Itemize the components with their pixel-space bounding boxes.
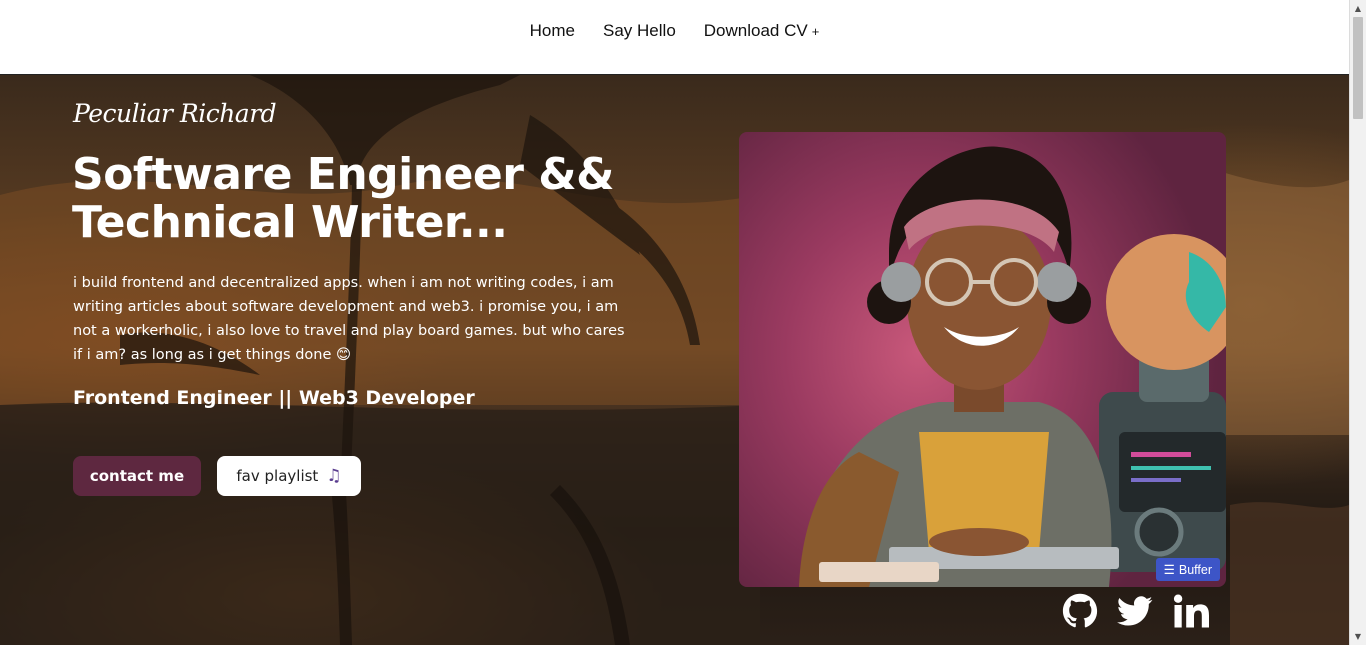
- woman-with-headphones-illustration: [799, 146, 1226, 587]
- fav-playlist-label: fav playlist: [236, 467, 319, 485]
- headline-line-2: Technical Writer...: [72, 197, 508, 248]
- nav-say-hello[interactable]: Say Hello: [603, 21, 676, 41]
- bio-text: i build frontend and decentralized apps.…: [73, 275, 625, 363]
- fav-playlist-button[interactable]: fav playlist ♫: [217, 456, 361, 496]
- plus-icon: +: [811, 24, 820, 39]
- scroll-up-arrow-icon[interactable]: ▲: [1350, 0, 1366, 17]
- scroll-down-arrow-icon[interactable]: ▼: [1350, 628, 1366, 645]
- site-logo[interactable]: Peculiar Richard: [73, 99, 277, 128]
- scrollbar-thumb[interactable]: [1353, 17, 1363, 119]
- page-scrollbar[interactable]: ▲ ▼: [1349, 0, 1366, 645]
- nav-download-cv[interactable]: Download CV +: [704, 21, 820, 41]
- nav-download-cv-label: Download CV: [703, 21, 808, 40]
- profile-illustration: ☰ Buffer: [739, 132, 1226, 587]
- buffer-share-button[interactable]: ☰ Buffer: [1155, 558, 1220, 581]
- buffer-label: Buffer: [1178, 562, 1212, 577]
- github-icon[interactable]: [1062, 593, 1098, 629]
- nav-home[interactable]: Home: [530, 21, 575, 41]
- buffer-stack-icon: ☰: [1163, 563, 1175, 577]
- hero-headline: Software Engineer && Technical Writer...: [72, 151, 692, 247]
- contact-me-button[interactable]: contact me: [73, 456, 201, 496]
- hero-section: Peculiar Richard Software Engineer && Te…: [0, 75, 1349, 645]
- linkedin-icon[interactable]: [1173, 593, 1209, 629]
- headline-line-1: Software Engineer &&: [72, 149, 615, 200]
- music-note-icon: ♫: [326, 466, 342, 486]
- roles-text: Frontend Engineer || Web3 Developer: [73, 387, 475, 409]
- top-navigation: Home Say Hello Download CV +: [0, 0, 1349, 75]
- contact-me-label: contact me: [89, 467, 185, 485]
- twitter-icon[interactable]: [1117, 593, 1153, 629]
